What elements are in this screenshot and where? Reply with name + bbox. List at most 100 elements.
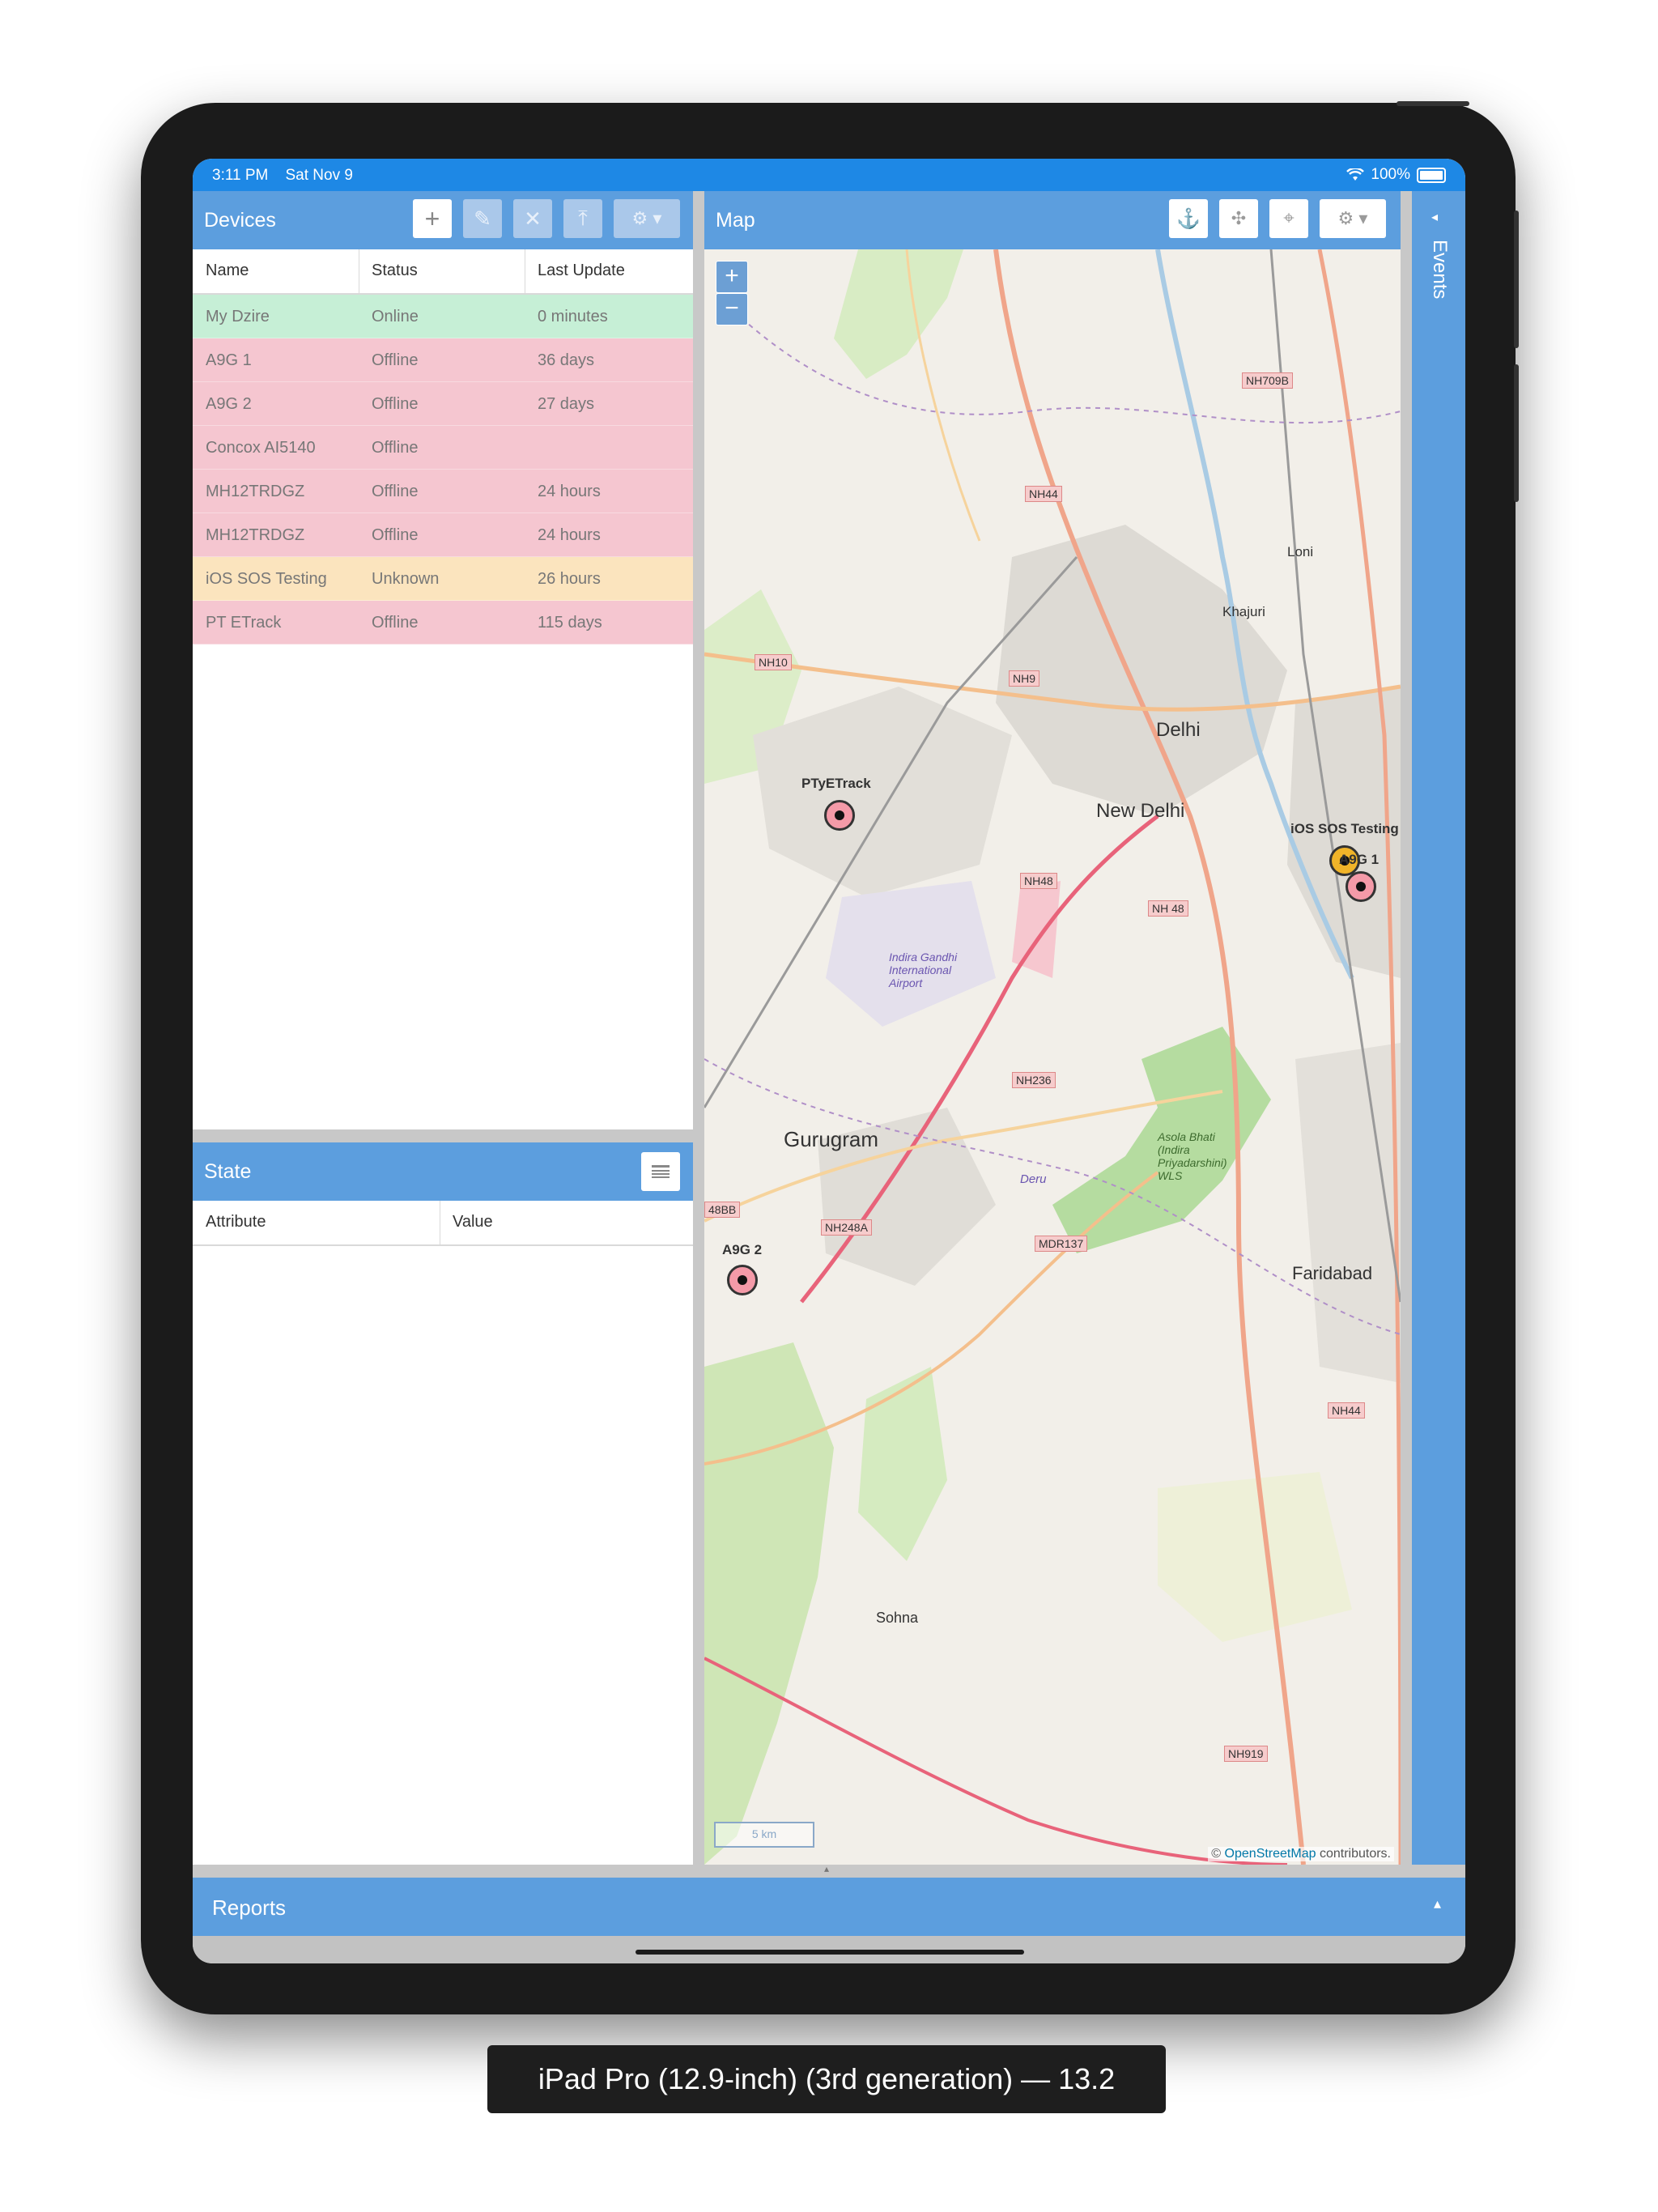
simulator-caption-text: iPad Pro (12.9-inch) (3rd generation) — … [538,2062,1116,2095]
cell-name: MH12TRDGZ [206,526,305,544]
marker-label: A9G 1 [1339,852,1380,867]
road-shield: NH10 [755,654,792,670]
marker-dot [835,810,844,820]
cell-status: Offline [372,526,419,544]
device-marker[interactable] [824,800,855,831]
map-label-new-delhi: New Delhi [1096,800,1185,822]
events-splitter[interactable] [1401,191,1412,1865]
table-row[interactable]: A9G 1 Offline 36 days [193,338,693,382]
road-shield: NH48 [1020,873,1057,889]
panel-splitter[interactable] [193,1129,693,1142]
status-right: 100% [1346,166,1446,184]
device-marker[interactable] [1346,871,1376,902]
map-scale: 5 km [714,1822,814,1848]
cell-name: MH12TRDGZ [206,483,305,500]
reports-label: Reports [212,1895,287,1920]
pin-icon: ⚓ [1176,207,1201,230]
cell-last-update: 26 hours [538,570,601,588]
expand-reports-icon[interactable]: ▴ [1434,1895,1441,1912]
home-indicator[interactable] [636,1950,1024,1955]
paw-icon: ✣ [1231,208,1247,228]
cell-name: A9G 2 [206,395,252,413]
cell-status: Online [372,308,419,325]
list-icon [652,1165,670,1178]
road-shield: NH709B [1242,372,1293,389]
remove-device-button[interactable]: ✕ [513,199,552,238]
status-time-text: 3:11 PM [212,167,269,184]
collapse-handle-icon[interactable]: ▴ [824,1863,829,1874]
marker-label: iOS SOS Testing [1290,821,1399,836]
add-device-button[interactable]: + [413,199,452,238]
road-shield: NH236 [1012,1072,1056,1088]
reports-panel[interactable]: Reports ▴ [193,1878,1465,1936]
reports-splitter[interactable]: ▴ [193,1863,1465,1878]
expand-events-icon[interactable]: ◂ [1431,209,1438,225]
cell-last-update: 0 minutes [538,308,608,325]
cell-last-update: 36 days [538,351,595,369]
status-time: 3:11 PM Sat Nov 9 [212,167,353,185]
table-row[interactable]: iOS SOS Testing Unknown 26 hours [193,557,693,601]
column-status[interactable]: Status [372,262,418,280]
table-row[interactable]: Concox AI5140 Offline [193,426,693,470]
locate-button[interactable]: ⌖ [1269,199,1308,238]
map-label-loni: Loni [1287,544,1314,559]
state-title: State [204,1160,252,1183]
road-shield: NH9 [1009,670,1040,687]
devices-table-body: My Dzire Online 0 minutes A9G 1 Offline … [193,295,693,1129]
column-value[interactable]: Value [453,1213,493,1231]
column-attribute[interactable]: Attribute [206,1213,266,1231]
table-row[interactable]: MH12TRDGZ Offline 24 hours [193,513,693,557]
cell-status: Offline [372,483,419,500]
map-label-delhi: Delhi [1156,719,1201,741]
devices-title: Devices [204,209,276,232]
table-row[interactable]: MH12TRDGZ Offline 24 hours [193,470,693,513]
geofence-button[interactable]: ⚓ [1169,199,1208,238]
cell-last-update: 24 hours [538,526,601,544]
state-table-body [193,1246,693,1865]
column-last-update[interactable]: Last Update [538,262,625,280]
cell-status: Offline [372,614,419,632]
status-date-text: Sat Nov 9 [285,167,353,184]
zoom-in-button[interactable]: + [716,261,748,293]
cell-last-update: 115 days [538,614,602,632]
road-shield: NH248A [821,1219,872,1236]
cell-name: A9G 1 [206,351,252,369]
table-row[interactable]: My Dzire Online 0 minutes [193,295,693,338]
openstreetmap-link[interactable]: OpenStreetMap [1225,1847,1316,1861]
edit-device-button[interactable]: ✎ [463,199,502,238]
state-table-header: Attribute Value [193,1201,693,1246]
marker-label: A9G 2 [722,1242,763,1257]
upload-icon: ⤒ [578,206,588,230]
zoom-out-button[interactable]: − [716,293,748,325]
remove-icon: ✕ [524,206,542,231]
events-label: Events [1429,240,1451,300]
cell-status: Offline [372,395,419,413]
road-shield: NH 48 [1148,900,1188,917]
column-name[interactable]: Name [206,262,249,280]
follow-button[interactable]: ✣ [1219,199,1258,238]
cell-name: iOS SOS Testing [206,570,327,588]
crosshair-icon: ⌖ [1283,207,1295,229]
device-settings-button[interactable]: ⚙ ▾ [614,199,680,238]
volume-down-button [1514,364,1519,502]
map-label-sohna: Sohna [876,1610,919,1626]
state-details-button[interactable] [641,1152,680,1191]
screen: 3:11 PM Sat Nov 9 100% Devices + ✎ ✕ ⤒ ⚙… [193,159,1465,1963]
table-row[interactable]: PT ETrack Offline 115 days [193,601,693,644]
cell-name: Concox AI5140 [206,439,316,457]
road-shield: NH44 [1328,1402,1365,1419]
device-marker[interactable] [727,1265,758,1295]
vertical-splitter[interactable] [693,191,704,1865]
map-view[interactable]: + − Delhi New Delhi Gurugram Faridabad S… [704,249,1401,1865]
map-settings-button[interactable]: ⚙ ▾ [1320,199,1386,238]
cell-last-update: 27 days [538,395,595,413]
events-panel[interactable]: ◂ Events [1412,191,1465,1865]
edit-icon: ✎ [474,206,491,231]
simulator-caption: iPad Pro (12.9-inch) (3rd generation) — … [487,2045,1166,2113]
table-row[interactable]: A9G 2 Offline 27 days [193,382,693,426]
road-shield: NH44 [1025,486,1062,502]
upload-button[interactable]: ⤒ [563,199,602,238]
map-label-airport: Indira Gandhi International Airport [889,951,958,989]
cell-name: My Dzire [206,308,270,325]
power-button [1397,101,1469,106]
